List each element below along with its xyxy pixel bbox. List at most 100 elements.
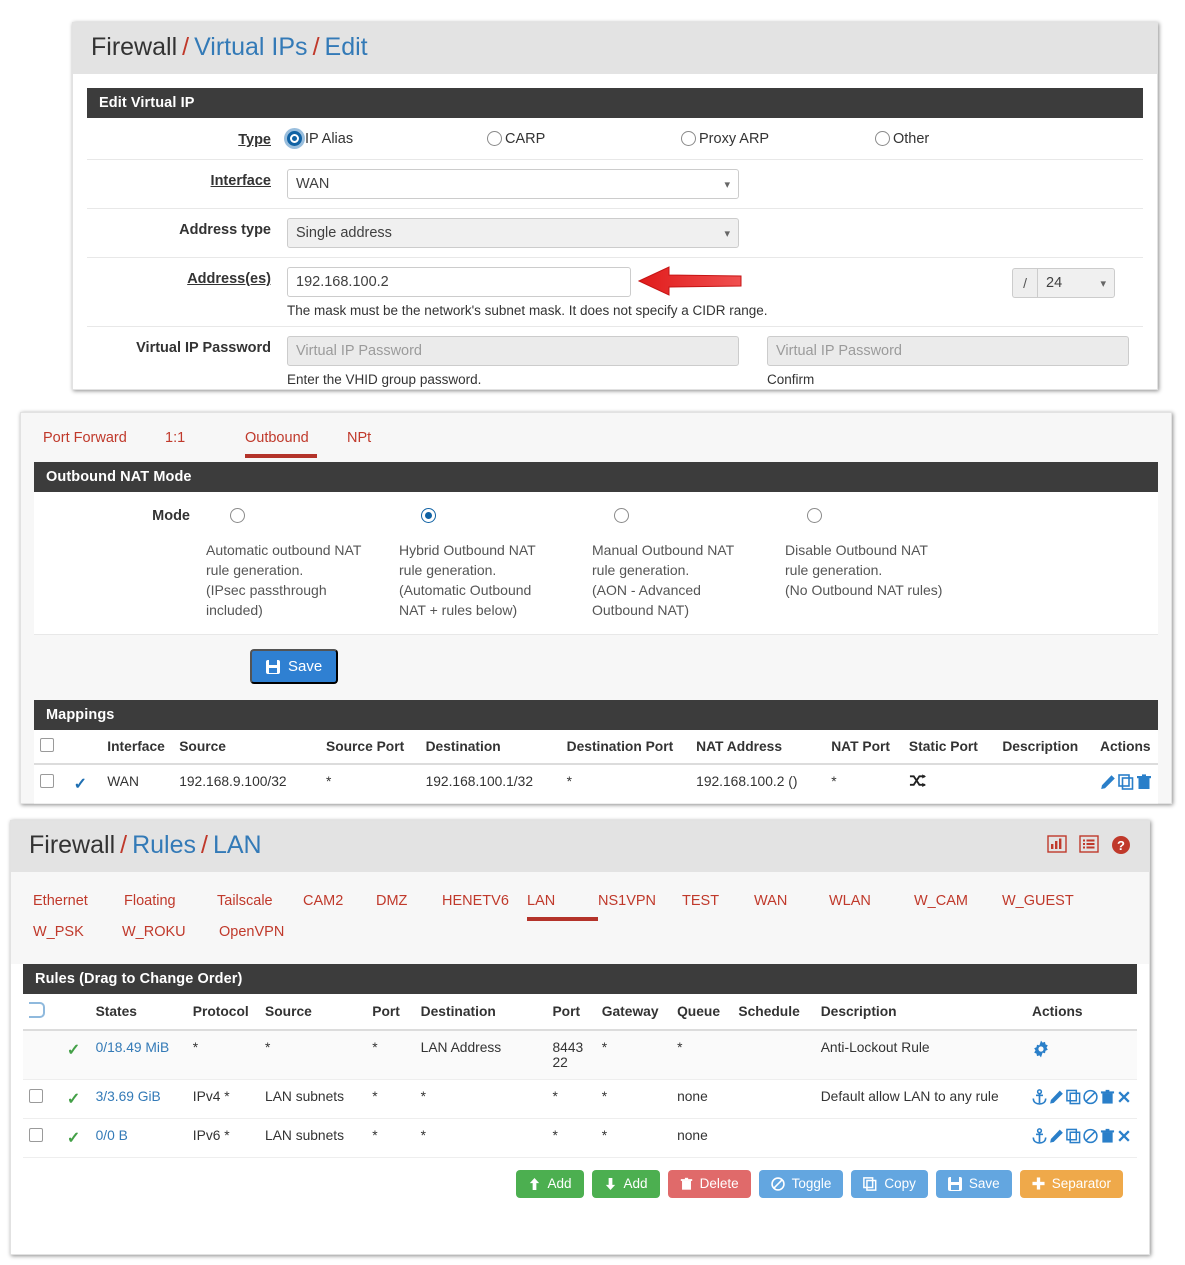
- tab-openvpn[interactable]: OpenVPN: [219, 921, 284, 964]
- gear-icon[interactable]: [1032, 1040, 1050, 1058]
- tab-dmz[interactable]: DMZ: [376, 890, 442, 921]
- copy-icon[interactable]: [1066, 1089, 1081, 1105]
- tab-label: W_PSK: [33, 923, 84, 940]
- col-status: [60, 993, 90, 1031]
- close-icon[interactable]: [1117, 1089, 1131, 1105]
- tab-label: OpenVPN: [219, 923, 285, 940]
- states-link[interactable]: 0/0 B: [96, 1128, 128, 1143]
- tab-label: TEST: [682, 892, 720, 909]
- tab-test[interactable]: TEST: [682, 890, 754, 921]
- tab-wlan[interactable]: WLAN: [829, 890, 914, 921]
- mappings-select-all-checkbox[interactable]: [40, 738, 54, 752]
- anchor-icon[interactable]: [1032, 1127, 1047, 1144]
- virtual-ip-password-input[interactable]: [287, 335, 739, 366]
- table-row[interactable]: ✓ 0/18.49 MiB * * * LAN Address 8443 22 …: [23, 1029, 1137, 1080]
- tab-floating[interactable]: Floating: [124, 890, 217, 921]
- cell-actions: [1094, 764, 1158, 804]
- add-down-button[interactable]: Add: [591, 1169, 660, 1198]
- radio-type-other[interactable]: Other: [875, 131, 929, 147]
- breadcrumb-virtual-ips[interactable]: Virtual IPs: [194, 33, 307, 61]
- close-icon[interactable]: [1117, 1128, 1131, 1144]
- tab-port-forward[interactable]: Port Forward: [43, 427, 165, 458]
- mode-option-manual[interactable]: Manual Outbound NAT rule generation. (AO…: [592, 508, 785, 620]
- block-icon[interactable]: [1083, 1128, 1098, 1144]
- radio-type-carp[interactable]: CARP: [487, 131, 681, 147]
- tab-one-to-one[interactable]: 1:1: [165, 427, 245, 458]
- virtual-ip-password-confirm-input[interactable]: [767, 335, 1129, 366]
- copy-button[interactable]: Copy: [851, 1169, 928, 1198]
- help-icon[interactable]: ?: [1111, 835, 1131, 855]
- anchor-icon[interactable]: [1032, 1088, 1047, 1105]
- tab-w-roku[interactable]: W_ROKU: [122, 921, 219, 964]
- col-static-port: Static Port: [902, 730, 997, 765]
- delete-button[interactable]: Delete: [667, 1169, 751, 1198]
- cidr-select[interactable]: 24: [1037, 267, 1115, 298]
- mode-text-line: Hybrid Outbound NAT: [399, 542, 536, 558]
- pencil-icon[interactable]: [1049, 1128, 1064, 1144]
- col-states: States: [89, 993, 187, 1031]
- mode-text-line: rule generation.: [785, 562, 883, 578]
- shuffle-icon: [909, 774, 926, 788]
- block-icon[interactable]: [1083, 1089, 1098, 1105]
- pencil-icon[interactable]: [1100, 774, 1116, 790]
- row-status-cell: ✓: [60, 1079, 90, 1119]
- states-link[interactable]: 3/3.69 GiB: [96, 1089, 161, 1104]
- cell-schedule: [732, 1118, 815, 1158]
- interface-select[interactable]: WAN: [287, 168, 739, 199]
- separator-button[interactable]: Separator: [1019, 1169, 1123, 1198]
- row-checkbox[interactable]: [29, 1127, 43, 1142]
- tab-outbound[interactable]: Outbound: [245, 427, 317, 458]
- copy-icon[interactable]: [1118, 774, 1134, 790]
- row-checkbox[interactable]: [29, 1088, 43, 1103]
- form-row-address-type: Address type Single address ▾: [87, 209, 1143, 258]
- mode-option-automatic[interactable]: Automatic outbound NAT rule generation. …: [206, 508, 399, 620]
- tab-cam2[interactable]: CAM2: [303, 890, 376, 921]
- tab-w-guest[interactable]: W_GUEST: [1002, 890, 1074, 921]
- save-button[interactable]: Save: [935, 1169, 1012, 1198]
- table-row[interactable]: ✓ WAN 192.168.9.100/32 * 192.168.100.1/3…: [34, 764, 1158, 804]
- tab-npt[interactable]: NPt: [317, 427, 377, 458]
- radio-type-proxy-arp[interactable]: Proxy ARP: [681, 131, 875, 147]
- tab-ethernet[interactable]: Ethernet: [33, 890, 124, 921]
- trash-icon[interactable]: [1100, 1089, 1115, 1105]
- address-input[interactable]: [287, 266, 631, 297]
- mode-option-hybrid[interactable]: Hybrid Outbound NAT rule generation. (Au…: [399, 508, 592, 620]
- tab-w-cam[interactable]: W_CAM: [914, 890, 1002, 921]
- add-up-button[interactable]: Add: [515, 1169, 584, 1198]
- button-label: Save: [968, 1176, 1000, 1191]
- row-checkbox[interactable]: [40, 774, 54, 788]
- tab-wan[interactable]: WAN: [754, 890, 829, 921]
- bar-chart-icon[interactable]: [1047, 835, 1067, 853]
- pencil-icon[interactable]: [1049, 1089, 1064, 1105]
- addresses-help-text: The mask must be the network's subnet ma…: [287, 302, 768, 318]
- table-row[interactable]: ✓ 3/3.69 GiB IPv4 * LAN subnets * * * * …: [23, 1079, 1137, 1119]
- check-icon: ✓: [66, 1041, 81, 1059]
- trash-icon[interactable]: [1136, 774, 1152, 790]
- breadcrumb-lan[interactable]: LAN: [213, 831, 262, 859]
- drag-handle-icon[interactable]: [29, 1001, 45, 1018]
- tab-lan[interactable]: LAN: [527, 890, 598, 921]
- save-outbound-nat-button[interactable]: Save: [250, 649, 339, 684]
- breadcrumb-edit[interactable]: Edit: [325, 33, 368, 61]
- address-type-select[interactable]: Single address: [287, 217, 739, 248]
- mode-option-disable[interactable]: Disable Outbound NAT rule generation. (N…: [785, 508, 978, 620]
- states-link[interactable]: 0/18.49 MiB: [96, 1040, 170, 1055]
- tab-henetv6[interactable]: HENETV6: [442, 890, 527, 921]
- table-row[interactable]: ✓ 0/0 B IPv6 * LAN subnets * * * * none: [23, 1118, 1137, 1158]
- tab-ns1vpn[interactable]: NS1VPN: [598, 890, 682, 921]
- mode-label: Mode: [152, 508, 190, 524]
- radio-type-ip-alias[interactable]: IP Alias: [287, 131, 487, 147]
- tab-tailscale[interactable]: Tailscale: [217, 890, 303, 921]
- cidr-select-wrapper: 24 ▾: [1037, 267, 1115, 298]
- rules-action-buttons: Add Add Delete Toggle Copy Save Separato…: [23, 1158, 1137, 1212]
- toggle-button[interactable]: Toggle: [758, 1169, 844, 1198]
- list-icon[interactable]: [1079, 835, 1099, 853]
- breadcrumb-rules[interactable]: Rules: [132, 831, 196, 859]
- radio-label-other: Other: [893, 130, 930, 147]
- col-queue: Queue: [671, 993, 733, 1031]
- tab-w-psk[interactable]: W_PSK: [33, 921, 122, 964]
- copy-icon[interactable]: [1066, 1128, 1081, 1144]
- breadcrumb-separator: /: [182, 33, 190, 61]
- interface-select-wrapper: WAN ▾: [287, 168, 739, 199]
- trash-icon[interactable]: [1100, 1128, 1115, 1144]
